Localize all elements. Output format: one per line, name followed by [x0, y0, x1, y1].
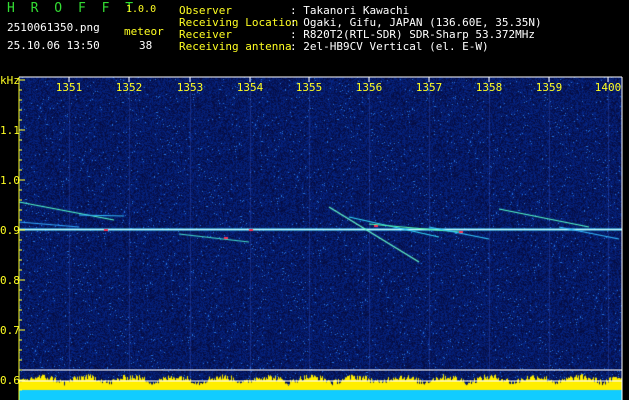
file-name: 2510061350.png — [7, 21, 100, 34]
y-axis-unit: kHz — [0, 74, 20, 87]
x-tick-label: 1357 — [415, 81, 443, 94]
y-tick-label: 0.6 — [0, 374, 20, 387]
header-panel: H R O F F T 1.0.0 2510061350.png 25.10.0… — [0, 0, 629, 75]
x-tick-label: 1400 — [594, 81, 622, 94]
capture-datetime: 25.10.06 13:50 — [7, 39, 100, 52]
antenna-value: : 2el-HB9CV Vertical (el. E-W) — [290, 40, 489, 53]
x-tick-label: 1355 — [295, 81, 323, 94]
antenna-label: Receiving antenna — [179, 40, 292, 53]
y-tick-label: 1.0 — [0, 174, 20, 187]
app-version: 1.0.0 — [126, 4, 157, 15]
y-tick-label: 0.9 — [0, 224, 20, 237]
x-tick-label: 1353 — [176, 81, 204, 94]
x-tick-label: 1354 — [236, 81, 264, 94]
y-tick-label: 0.8 — [0, 274, 20, 287]
y-tick-label: 1.1 — [0, 124, 20, 137]
x-tick-label: 1351 — [55, 81, 83, 94]
x-tick-label: 1359 — [535, 81, 563, 94]
meteor-count: 38 — [139, 39, 153, 52]
x-tick-label: 1356 — [355, 81, 383, 94]
x-tick-label: 1358 — [475, 81, 503, 94]
app-title: H R O F F T — [7, 1, 138, 16]
meteor-label: meteor — [124, 25, 164, 38]
y-tick-label: 0.7 — [0, 324, 20, 337]
spectrogram-canvas — [19, 77, 622, 400]
x-tick-label: 1352 — [115, 81, 143, 94]
